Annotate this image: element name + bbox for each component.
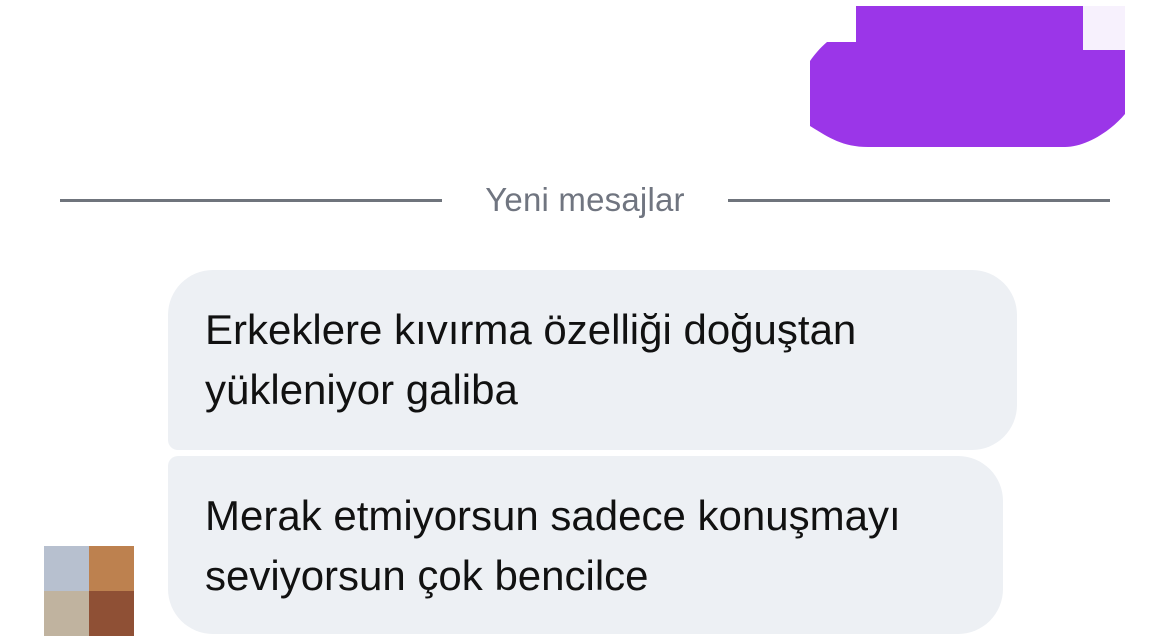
sent-message-bubble-redacted bbox=[810, 6, 1140, 147]
message-text: Merak etmiyorsun sadece konuşmayı seviyo… bbox=[205, 492, 901, 599]
avatar-pixel-tile bbox=[89, 546, 134, 591]
avatar-pixel-tile bbox=[89, 591, 134, 636]
sent-message-redacted-shape bbox=[810, 6, 1125, 147]
received-message-bubble[interactable]: Erkeklere kıvırma özelliği doğuştan yükl… bbox=[168, 270, 1017, 450]
divider-line-right bbox=[728, 198, 1110, 202]
sender-avatar-pixelated[interactable] bbox=[44, 546, 134, 636]
new-messages-label: Yeni mesajlar bbox=[485, 181, 685, 218]
message-text: Erkeklere kıvırma özelliği doğuştan yükl… bbox=[205, 306, 857, 413]
divider-line-left bbox=[60, 198, 442, 202]
new-messages-divider: Yeni mesajlar bbox=[60, 178, 1110, 222]
avatar-pixel-tile bbox=[44, 591, 89, 636]
avatar-pixel-tile bbox=[44, 546, 89, 591]
received-message-bubble[interactable]: Merak etmiyorsun sadece konuşmayı seviyo… bbox=[168, 456, 1003, 634]
